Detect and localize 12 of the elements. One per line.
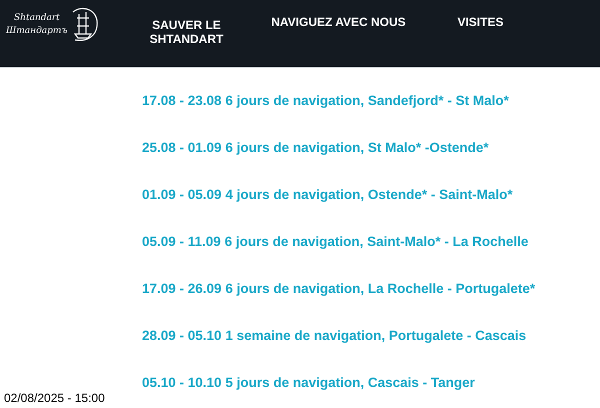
voyage-link[interactable]: 28.09 - 05.10 1 semaine de navigation, Portugalete - Cascais <box>142 327 600 345</box>
logo[interactable]: Shtandart Штандартъ <box>6 6 100 44</box>
voyage-link[interactable]: 01.09 - 05.09 4 jours de navigation, Ostende* - Saint-Malo* <box>142 186 600 204</box>
voyage-link[interactable]: 25.08 - 01.09 6 jours de navigation, St Malo* -Ostende* <box>142 139 600 157</box>
voyage-link[interactable]: 05.10 - 10.10 5 jours de navigation, Cascais - Tanger <box>142 374 600 392</box>
nav-link[interactable]: VISITES <box>457 15 504 29</box>
voyage-link[interactable]: 05.09 - 11.09 6 jours de navigation, Saint-Malo* - La Rochelle <box>142 233 600 251</box>
nav-link[interactable]: NAVIGUEZ AVEC NOUS <box>263 15 414 29</box>
timestamp: 02/08/2025 - 15:00 <box>4 391 105 405</box>
voyage-link[interactable]: 17.09 - 26.09 6 jours de navigation, La Rochelle - Portugalete* <box>142 280 600 298</box>
nav-link[interactable]: SAUVER LE SHTANDART <box>139 18 234 46</box>
voyage-link[interactable]: 17.08 - 23.08 6 jours de navigation, Sandefjord* - St Malo* <box>142 92 600 110</box>
